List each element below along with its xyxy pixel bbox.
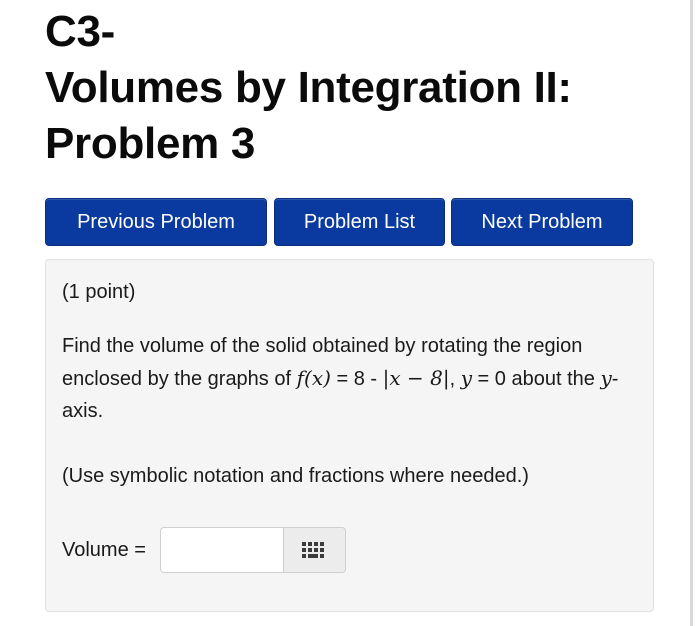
next-problem-button[interactable]: Next Problem xyxy=(451,198,633,246)
math-fx: f(x) xyxy=(296,366,331,390)
problem-panel: (1 point) Find the volume of the solid o… xyxy=(45,259,654,612)
points-label: (1 point) xyxy=(62,281,136,303)
problem-list-button[interactable]: Problem List xyxy=(274,198,445,246)
page-title: C3- Volumes by Integration II: Problem 3 xyxy=(45,4,685,172)
page-title-line3: Problem 3 xyxy=(45,119,256,168)
answer-row: Volume = xyxy=(62,526,346,574)
page-title-line1: C3- xyxy=(45,7,115,56)
problem-statement: Find the volume of the solid obtained by… xyxy=(62,330,642,427)
volume-input[interactable] xyxy=(159,527,283,573)
keyboard-icon xyxy=(302,542,325,558)
question-text-2: = 0 about the xyxy=(472,368,601,390)
previous-problem-button[interactable]: Previous Problem xyxy=(45,198,267,246)
right-edge-rule xyxy=(690,0,693,626)
question-equals: = 8 - xyxy=(330,368,383,390)
notation-note: (Use symbolic notation and fractions whe… xyxy=(62,465,529,487)
question-comma: , xyxy=(449,368,461,390)
page-title-line2: Volumes by Integration II: xyxy=(45,63,572,112)
math-yaxis-var: y xyxy=(600,366,612,390)
math-y: y xyxy=(460,366,472,390)
volume-label: Volume = xyxy=(62,539,146,561)
equation-editor-button[interactable] xyxy=(282,527,346,573)
math-abs: |x − 8| xyxy=(382,366,450,390)
